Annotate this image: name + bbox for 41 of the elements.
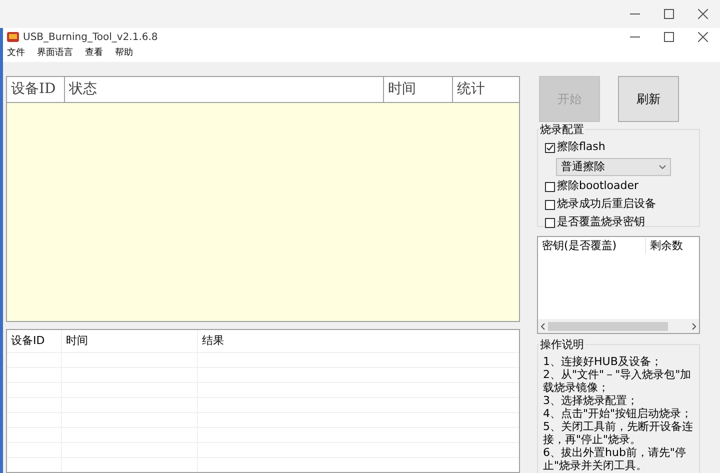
checkbox[interactable] (545, 200, 555, 210)
refresh-button[interactable]: 刷新 (618, 76, 679, 122)
app-icon (7, 31, 19, 43)
column-header[interactable]: 剩余数 (646, 238, 699, 254)
erase-mode-dropdown[interactable]: 普通擦除 (556, 158, 671, 176)
close-icon[interactable] (698, 32, 708, 42)
column-header[interactable]: 密钥(是否覆盖) (538, 238, 646, 254)
instruction-text: 4、点击"开始"按钮启动烧录； (543, 407, 694, 420)
chevron-down-icon (659, 165, 666, 169)
checkbox-label: 擦除flash (557, 139, 606, 156)
checkbox-label: 烧录成功后重启设备 (557, 196, 656, 212)
checkbox-label: 擦除bootloader (557, 178, 639, 194)
column-header[interactable]: 时间 (62, 330, 198, 352)
instruction-text: 3、选择烧录配置； (543, 394, 639, 407)
column-header[interactable]: 结果 (198, 330, 519, 352)
instruction-text: 2、从"文件"－"导入烧录包"加载烧录镜像； (543, 368, 692, 394)
maximize-icon[interactable] (664, 32, 674, 42)
checkbox[interactable] (545, 218, 555, 228)
menu-item[interactable]: 界面语言 (37, 47, 73, 61)
chevron-right-icon[interactable] (692, 322, 696, 330)
column-header[interactable]: 状态 (65, 77, 384, 102)
instruction-text: 1、连接好HUB及设备； (543, 355, 663, 368)
horizontal-scrollbar[interactable] (538, 319, 699, 333)
close-icon[interactable] (698, 9, 708, 19)
chevron-left-icon[interactable] (541, 322, 545, 330)
scrollbar-thumb[interactable] (548, 322, 668, 330)
check-icon (546, 144, 554, 152)
menu-item[interactable]: 帮助 (115, 47, 133, 61)
maximize-icon[interactable] (664, 9, 674, 19)
column-header[interactable]: 设备ID (7, 77, 65, 102)
checkbox-label: 是否覆盖烧录密钥 (557, 214, 645, 230)
window-title: USB_Burning_Tool_v2.1.6.8 (23, 30, 158, 44)
instruction-text: 5、关闭工具前，先断开设备连接，再"停止"烧录。 (543, 420, 694, 446)
column-header[interactable]: 时间 (384, 77, 453, 102)
instruction-text: 6、拔出外置hub前，请先"停止"烧录并关闭工具。 (543, 446, 687, 472)
checkbox[interactable] (545, 142, 555, 152)
menu-item[interactable]: 文件 (7, 47, 25, 61)
column-header[interactable]: 设备ID (7, 330, 62, 352)
menu-item[interactable]: 查看 (85, 47, 103, 61)
checkbox[interactable] (545, 182, 555, 192)
column-header[interactable]: 统计 (453, 77, 519, 102)
